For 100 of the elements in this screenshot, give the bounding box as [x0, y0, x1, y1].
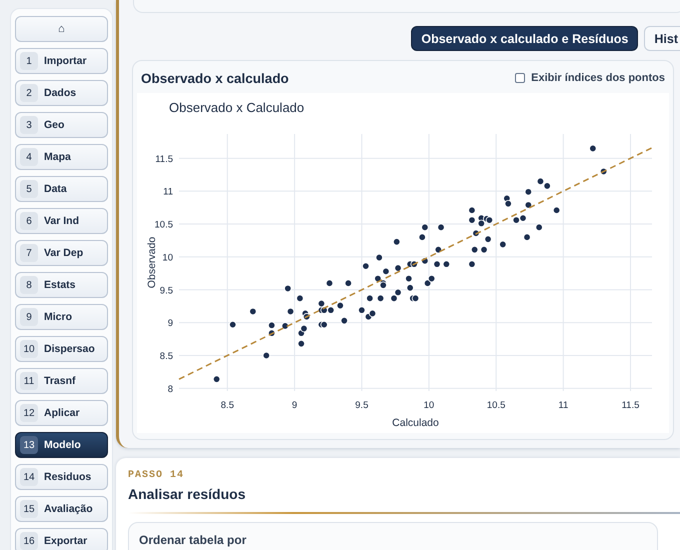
- y-tick-label: 8: [168, 384, 173, 395]
- data-point: [524, 201, 532, 209]
- data-point: [336, 302, 344, 310]
- step-label: Trasnf: [44, 375, 76, 387]
- step-label: PASSO 14: [128, 470, 186, 481]
- step-number: 9: [20, 308, 38, 326]
- checkbox[interactable]: [515, 73, 526, 83]
- data-point: [434, 246, 442, 254]
- step-label: Importar: [44, 55, 87, 67]
- step-number: 16: [20, 532, 38, 550]
- data-point: [298, 340, 305, 348]
- step-number: 6: [20, 212, 38, 230]
- step-button[interactable]: 4 Mapa: [15, 144, 108, 170]
- step-button[interactable]: 2 Dados: [15, 80, 108, 106]
- step-button[interactable]: 9 Micro: [15, 304, 108, 330]
- step-number: 5: [20, 180, 38, 198]
- step-label: Geo: [44, 119, 64, 131]
- data-point: [468, 216, 476, 224]
- data-point: [535, 224, 543, 232]
- data-point: [393, 238, 400, 246]
- step-label: Residuos: [44, 471, 92, 483]
- data-point: [344, 280, 352, 287]
- data-point: [418, 234, 426, 241]
- step-number: 12: [20, 404, 38, 422]
- data-point: [468, 206, 476, 214]
- x-tick-label: 9.5: [355, 400, 368, 411]
- data-point: [376, 254, 383, 262]
- data-point: [437, 224, 445, 232]
- data-point: [552, 206, 560, 214]
- data-point: [480, 246, 488, 254]
- step-label: Dados: [44, 87, 76, 99]
- y-tick-label: 9: [168, 318, 173, 330]
- data-point: [442, 260, 450, 268]
- step-button[interactable]: 14 Residuos: [15, 464, 108, 490]
- data-point: [421, 224, 429, 232]
- data-point: [468, 260, 476, 268]
- x-tick-label: 8.5: [220, 400, 234, 411]
- step-label: Mapa: [44, 151, 71, 163]
- y-tick-label: 11.5: [155, 154, 173, 165]
- y-tick-label: 11: [163, 186, 173, 198]
- y-tick-label: 8.5: [160, 351, 173, 362]
- x-tick-label: 10: [424, 400, 434, 411]
- y-tick-label: 10.5: [154, 220, 173, 231]
- view-tab[interactable]: Observado x calculado e Resíduos: [411, 26, 638, 51]
- step-label: Aplicar: [44, 407, 80, 419]
- y-axis-label: Observado: [146, 236, 158, 288]
- data-point: [589, 144, 597, 152]
- data-point: [340, 316, 348, 324]
- step-number: 3: [20, 116, 38, 134]
- data-point: [433, 260, 441, 268]
- step-button[interactable]: 1 Importar: [15, 48, 108, 74]
- data-point: [296, 294, 304, 302]
- step-label: Avaliação: [44, 503, 93, 515]
- chart-title: Observado x Calculado: [169, 100, 304, 115]
- step-number: 11: [20, 372, 38, 390]
- data-point: [470, 246, 478, 254]
- data-point: [286, 308, 294, 316]
- data-point: [366, 294, 374, 302]
- data-point: [212, 375, 220, 383]
- data-point: [406, 284, 414, 292]
- data-point: [376, 294, 384, 302]
- data-point: [284, 284, 292, 292]
- step-title: Analisar resíduos: [128, 486, 246, 502]
- home-button[interactable]: ⌂: [15, 16, 108, 42]
- data-point: [524, 188, 532, 196]
- step-number: 4: [20, 148, 38, 166]
- step-button[interactable]: 6 Var Ind: [15, 208, 108, 234]
- checkbox-label: Exibir índices dos pontos: [531, 72, 665, 84]
- step-button[interactable]: 15 Avaliação: [15, 496, 108, 522]
- step-label: Estats: [44, 279, 76, 291]
- view-tab[interactable]: Hist: [644, 26, 680, 51]
- step-number: 14: [20, 468, 38, 486]
- data-point: [326, 280, 334, 287]
- step-label: Dispersao: [44, 343, 95, 355]
- data-point: [523, 234, 531, 241]
- step-number: 15: [20, 500, 38, 518]
- step-button[interactable]: 12 Aplicar: [15, 400, 108, 426]
- step-button[interactable]: 16 Exportar: [15, 528, 108, 550]
- data-point: [484, 235, 492, 243]
- section-title: Ordenar tabela por: [139, 533, 246, 547]
- step-button[interactable]: 13 Modelo: [15, 432, 108, 458]
- data-point: [249, 308, 257, 316]
- step-label: Var Dep: [44, 247, 84, 259]
- x-tick-label: 10.5: [486, 400, 506, 411]
- step-label: Data: [44, 183, 67, 195]
- step-number: 8: [20, 276, 38, 294]
- step-button[interactable]: 8 Estats: [15, 272, 108, 298]
- data-point: [499, 240, 507, 248]
- x-axis-label: Calculado: [392, 417, 439, 429]
- step-button[interactable]: 7 Var Dep: [15, 240, 108, 266]
- step-number: 13: [20, 436, 38, 454]
- step-button[interactable]: 5 Data: [15, 176, 108, 202]
- step-button[interactable]: 11 Trasnf: [15, 368, 108, 394]
- step-button[interactable]: 10 Dispersao: [15, 336, 108, 362]
- step-label: Modelo: [44, 439, 81, 451]
- x-tick-label: 9: [292, 400, 298, 411]
- step-number: 10: [20, 340, 38, 358]
- x-tick-label: 11.5: [622, 400, 640, 411]
- data-point: [262, 352, 270, 360]
- step-button[interactable]: 3 Geo: [15, 112, 108, 138]
